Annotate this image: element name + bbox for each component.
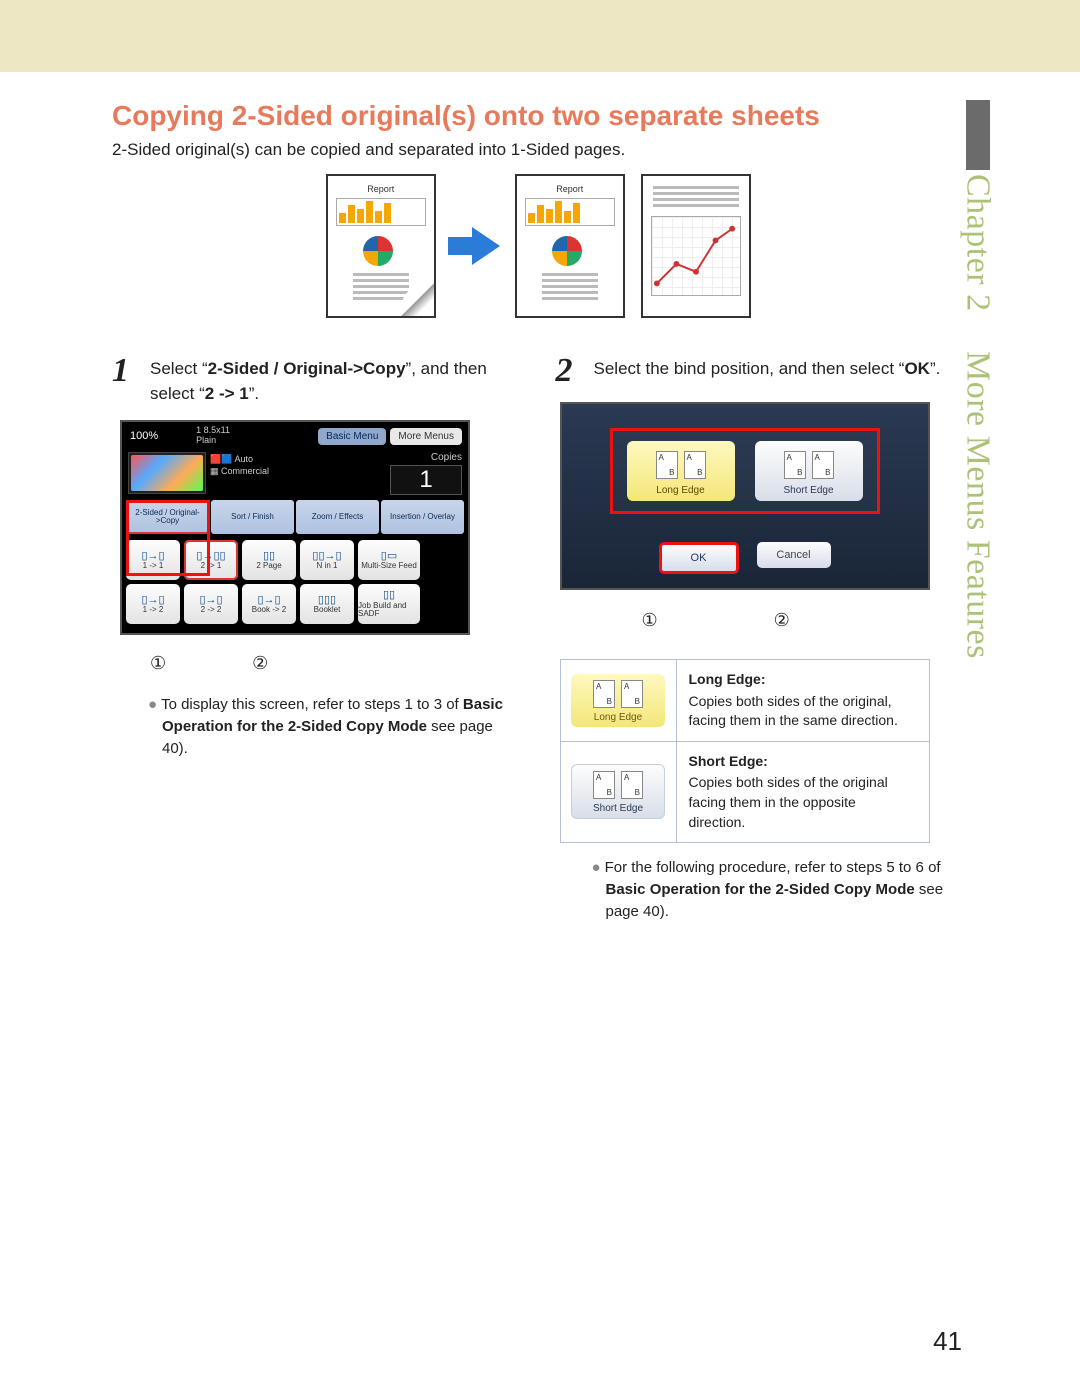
step-2-text: Select the bind position, and then selec… [594, 354, 941, 382]
btn-multisize[interactable]: ▯▭Multi-Size Feed [358, 540, 420, 580]
callout-2b: ② [774, 610, 790, 631]
long-edge-button[interactable]: ABAB Long Edge [627, 441, 735, 501]
btn-booklet[interactable]: ▯▯▯Booklet [300, 584, 354, 624]
side-tab-marker [966, 100, 990, 170]
step-number-1: 1 [112, 354, 138, 388]
more-menus-tab[interactable]: More Menus [390, 428, 462, 445]
page-front-icon: Report [515, 174, 625, 318]
chapter-side-tab: Chapter 2 More Menus Features [950, 100, 1005, 780]
long-edge-desc: Copies both sides of the original, facin… [689, 693, 898, 729]
btn-2page[interactable]: ▯▯2 Page [242, 540, 296, 580]
copier-screen-1: 100% 1 8.5x11Plain Basic Menu More Menus… [120, 420, 470, 635]
btn-2to2[interactable]: ▯→▯2 -> 2 [184, 584, 238, 624]
note-2: ●For the following procedure, refer to s… [556, 857, 966, 922]
short-edge-button[interactable]: ABAB Short Edge [755, 441, 863, 501]
step-1-text: Select “2-Sided / Original->Copy”, and t… [150, 354, 522, 406]
step-2-column: 2 Select the bind position, and then sel… [556, 354, 966, 922]
tab-insertion[interactable]: Insertion / Overlay [381, 500, 464, 534]
callout-2: ② [252, 653, 268, 674]
callout-1: ① [150, 653, 166, 674]
long-edge-cell-icon: ABAB Long Edge [571, 674, 665, 727]
short-edge-title: Short Edge: [689, 752, 917, 772]
chapter-label: Chapter 2 [959, 174, 997, 312]
paper-info: 1 8.5x11Plain [166, 426, 318, 446]
top-band [0, 0, 1080, 72]
ok-button[interactable]: OK [659, 542, 739, 574]
tab-sort[interactable]: Sort / Finish [211, 500, 294, 534]
callout-numbers-2: ① ② [642, 610, 966, 631]
edge-table: ABAB Long Edge Long Edge: Copies both si… [560, 659, 930, 843]
page-title: Copying 2-Sided original(s) onto two sep… [112, 100, 965, 132]
short-edge-desc: Copies both sides of the original facing… [689, 774, 888, 829]
preview-thumb [128, 452, 206, 494]
section-label: More Menus Features [959, 351, 997, 659]
btn-2to1[interactable]: ▯→▯▯2 -> 1 [184, 540, 238, 580]
page-number: 41 [933, 1326, 962, 1357]
btn-jobbuild[interactable]: ▯▯Job Build and SADF [358, 584, 420, 624]
btn-book2[interactable]: ▯→▯Book -> 2 [242, 584, 296, 624]
copies-counter: Copies 1 [390, 452, 462, 496]
tab-2sided[interactable]: 2-Sided / Original->Copy [126, 500, 209, 534]
copier-screen-2: ABAB Long Edge ABAB Short Edge OK Cancel [560, 402, 930, 590]
btn-1to1[interactable]: ▯→▯1 -> 1 [126, 540, 180, 580]
tab-zoom[interactable]: Zoom / Effects [296, 500, 379, 534]
source-doc-icon: Report [326, 174, 436, 318]
intro-text: 2-Sided original(s) can be copied and se… [112, 140, 965, 160]
arrow-icon [448, 221, 502, 271]
btn-1to2[interactable]: ▯→▯1 -> 2 [126, 584, 180, 624]
callout-numbers-1: ① ② [150, 653, 522, 674]
auto-info: 🟥🟦 Auto ▦ Commercial [210, 452, 386, 496]
basic-menu-tab[interactable]: Basic Menu [318, 428, 386, 445]
concept-diagram: Report Report [112, 174, 965, 318]
step-number-2: 2 [556, 354, 582, 388]
page-body: Chapter 2 More Menus Features Copying 2-… [0, 72, 1080, 1397]
short-edge-cell-icon: ABAB Short Edge [571, 764, 665, 819]
callout-1b: ① [642, 610, 658, 631]
step-1-column: 1 Select “2-Sided / Original->Copy”, and… [112, 354, 522, 922]
note-1: ●To display this screen, refer to steps … [112, 694, 522, 759]
page-back-icon [641, 174, 751, 318]
zoom-percent: 100% [122, 430, 166, 442]
long-edge-title: Long Edge: [689, 670, 917, 690]
cancel-button[interactable]: Cancel [757, 542, 831, 568]
btn-nin1[interactable]: ▯▯→▯N in 1 [300, 540, 354, 580]
